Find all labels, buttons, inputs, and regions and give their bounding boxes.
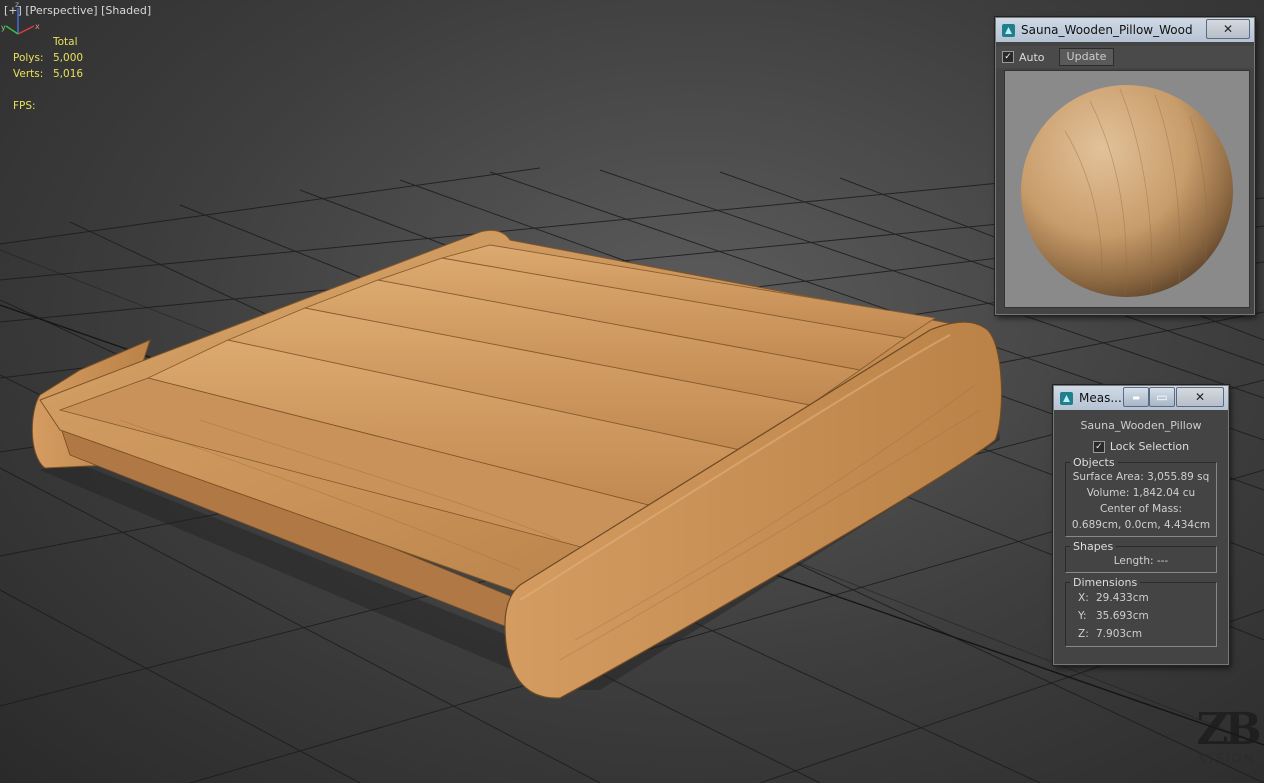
axis-tripod-icon: z x y xyxy=(1,0,40,35)
material-window-titlebar[interactable]: Sauna_Wooden_Pillow_Wood ✕ xyxy=(996,18,1254,42)
sauna-pillow-model xyxy=(31,229,1003,699)
check-icon: ✓ xyxy=(1004,52,1012,62)
dimension-x-row: X: 29.433cm xyxy=(1068,589,1214,607)
fps-label: FPS: xyxy=(13,100,36,112)
polys-label: Polys: xyxy=(13,52,44,64)
wood-sphere-icon xyxy=(1021,85,1233,297)
shapes-group: Shapes Length: --- xyxy=(1065,540,1217,573)
axis-x-label: x xyxy=(35,22,40,31)
polys-value: 5,000 xyxy=(53,52,84,64)
shape-length-value: Length: --- xyxy=(1113,555,1169,567)
stats-verts-row: Verts: 5,016 xyxy=(13,66,83,82)
verts-value: 5,016 xyxy=(53,68,84,80)
material-preview-window[interactable]: Sauna_Wooden_Pillow_Wood ✕ ✓ Auto Update xyxy=(995,17,1255,315)
volume-value: Volume: 1,842.04 cu xyxy=(1086,487,1196,499)
objects-group-title: Objects xyxy=(1070,456,1118,469)
auto-label: Auto xyxy=(1019,50,1045,64)
restore-icon: ▭ xyxy=(1156,390,1168,404)
watermark-logo: ZB VISION xyxy=(1196,704,1261,768)
auto-checkbox[interactable]: ✓ xyxy=(1002,51,1014,63)
dimension-y-value: 35.693cm xyxy=(1096,610,1149,622)
dimension-x-label: X: xyxy=(1078,592,1089,604)
dimension-z-label: Z: xyxy=(1078,628,1089,640)
material-preview-area xyxy=(1004,70,1250,308)
stats-polys-row: Polys: 5,000 xyxy=(13,50,83,66)
dimensions-group: Dimensions X: 29.433cm Y: 35.693cm Z: 7.… xyxy=(1065,576,1217,647)
dimensions-group-title: Dimensions xyxy=(1070,576,1141,589)
axis-z-label: z xyxy=(15,0,19,9)
objects-group: Objects Surface Area: 3,055.89 sq Volume… xyxy=(1065,456,1217,537)
app-3d-icon xyxy=(1060,391,1073,405)
measure-window[interactable]: Meas... ▬ ▭ ✕ Sauna_Wooden_Pillow ✓ Lock… xyxy=(1053,385,1229,665)
shapes-group-title: Shapes xyxy=(1070,540,1117,553)
measure-window-title: Meas... xyxy=(1079,391,1122,405)
viewport-shading-label[interactable]: [Shaded] xyxy=(101,4,151,17)
surface-area-value: Surface Area: 3,055.89 sq xyxy=(1072,471,1210,483)
close-icon: ✕ xyxy=(1222,22,1234,36)
center-of-mass-label: Center of Mass: xyxy=(1099,503,1183,515)
center-of-mass-value: 0.689cm, 0.0cm, 4.434cm xyxy=(1071,519,1211,531)
app-3d-icon xyxy=(1002,23,1015,37)
axis-y-label: y xyxy=(1,23,6,32)
close-button[interactable]: ✕ xyxy=(1206,19,1250,39)
measure-panel: Sauna_Wooden_Pillow ✓ Lock Selection Obj… xyxy=(1061,414,1221,647)
lock-selection-label: Lock Selection xyxy=(1109,440,1190,453)
close-button[interactable]: ✕ xyxy=(1176,387,1224,407)
selected-object-name: Sauna_Wooden_Pillow xyxy=(1080,419,1202,432)
update-button[interactable]: Update xyxy=(1058,48,1115,66)
material-window-title: Sauna_Wooden_Pillow_Wood xyxy=(1021,23,1193,37)
dimension-z-row: Z: 7.903cm xyxy=(1068,625,1214,643)
dimension-z-value: 7.903cm xyxy=(1096,628,1143,640)
dimension-x-value: 29.433cm xyxy=(1096,592,1149,604)
check-icon: ✓ xyxy=(1095,441,1103,452)
viewport-statistics: Total Polys: 5,000 Verts: 5,016 FPS: xyxy=(13,34,83,114)
watermark-mark: ZB xyxy=(1196,704,1261,755)
close-icon: ✕ xyxy=(1194,390,1206,404)
verts-label: Verts: xyxy=(13,68,44,80)
minimize-button[interactable]: ▬ xyxy=(1123,387,1149,407)
lock-selection-row[interactable]: ✓ Lock Selection xyxy=(1061,440,1221,453)
lock-selection-checkbox[interactable]: ✓ xyxy=(1092,440,1105,453)
dimension-y-label: Y: xyxy=(1078,610,1087,622)
minimize-icon: ▬ xyxy=(1132,392,1140,402)
measure-window-titlebar[interactable]: Meas... ▬ ▭ ✕ xyxy=(1054,386,1228,410)
watermark-word: VISION xyxy=(1198,752,1256,767)
restore-button[interactable]: ▭ xyxy=(1149,387,1175,407)
dimension-y-row: Y: 35.693cm xyxy=(1068,607,1214,625)
material-toolbar: ✓ Auto Update xyxy=(996,46,1254,68)
